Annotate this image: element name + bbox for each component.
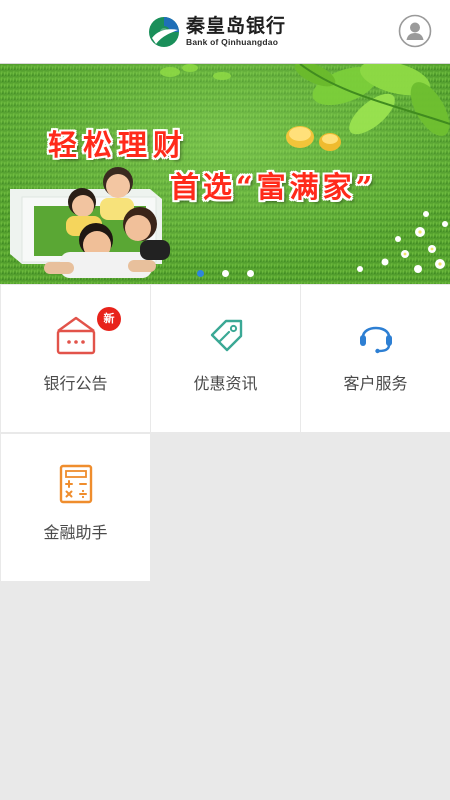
app-header: 秦皇岛银行 Bank of Qinhuangdao	[0, 0, 450, 64]
menu-item-label: 客户服务	[343, 374, 408, 393]
notice-house-icon	[54, 313, 98, 357]
menu-item-bank-notice[interactable]: 新 银行公告	[1, 285, 150, 432]
menu-item-label: 金融助手	[43, 523, 108, 542]
menu-item-label: 优惠资讯	[193, 374, 258, 393]
banner-subheadline: 首选“富满家”	[170, 170, 377, 204]
new-badge: 新	[97, 307, 121, 331]
menu-item-financial-assistant[interactable]: 金融助手	[1, 434, 150, 581]
carousel-dot-2[interactable]	[221, 270, 229, 277]
user-avatar-icon	[398, 14, 432, 48]
carousel-dot-3[interactable]	[246, 270, 254, 277]
promo-banner[interactable]: 轻松理财 首选“富满家”	[0, 64, 450, 284]
carousel-indicator	[0, 270, 450, 277]
bank-logo: 秦皇岛银行 Bank of Qinhuangdao	[148, 14, 286, 50]
headset-icon	[354, 313, 398, 357]
menu-item-promotions[interactable]: 优惠资讯	[151, 285, 300, 432]
bank-name-en: Bank of Qinhuangdao	[186, 37, 279, 48]
bank-logo-icon	[148, 16, 180, 48]
carousel-dot-1[interactable]	[196, 270, 204, 277]
tag-icon	[204, 313, 248, 357]
menu-item-customer-service[interactable]: 客户服务	[301, 285, 450, 432]
menu-item-label: 银行公告	[43, 374, 108, 393]
bank-name-cn: 秦皇岛银行	[186, 15, 287, 38]
calculator-icon	[54, 462, 98, 506]
banner-headline: 轻松理财	[48, 128, 189, 162]
user-profile-button[interactable]	[398, 14, 432, 48]
